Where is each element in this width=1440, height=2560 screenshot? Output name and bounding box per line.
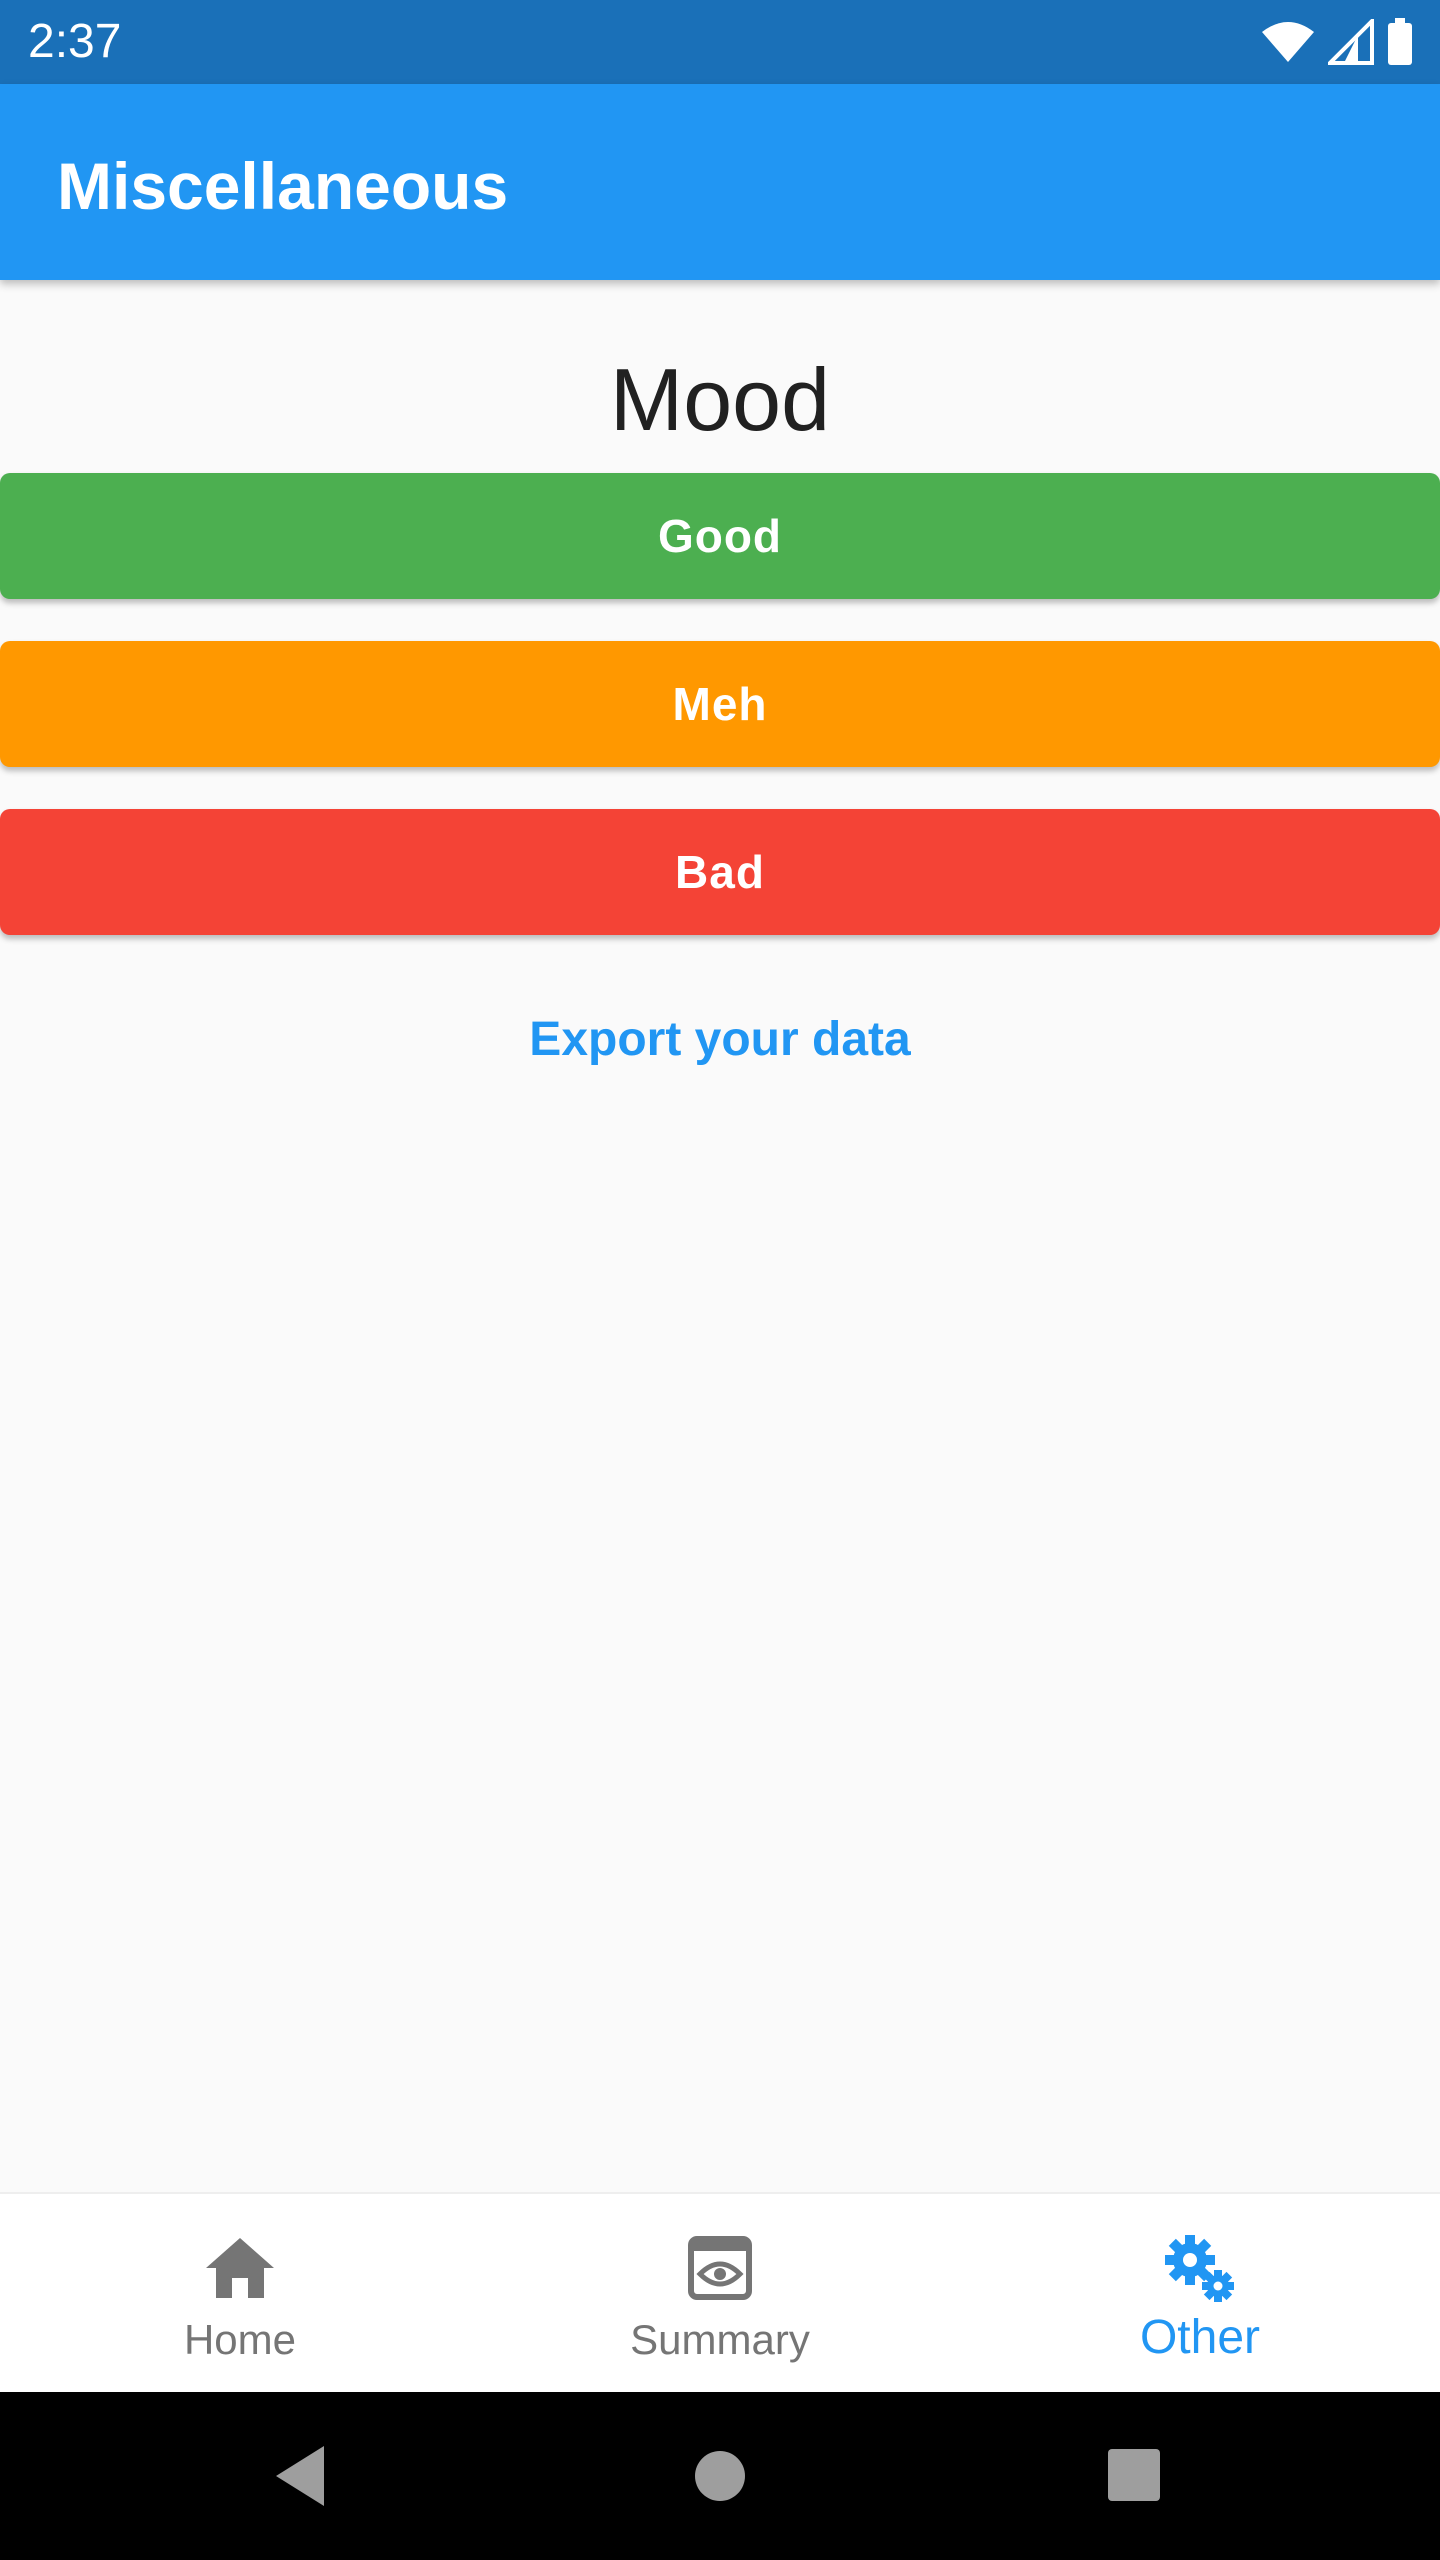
nav-item-home[interactable]: Home — [0, 2194, 480, 2394]
page-title: Miscellaneous — [57, 149, 509, 223]
status-icons — [1260, 18, 1414, 66]
status-bar: 2:37 — [0, 0, 1440, 84]
nav-label-summary: Summary — [630, 2316, 810, 2363]
signal-icon — [1328, 19, 1374, 65]
good-mood-button[interactable]: Good — [0, 473, 1440, 599]
app-bar: Miscellaneous — [0, 84, 1440, 280]
home-circle-icon[interactable] — [693, 2449, 747, 2503]
meh-mood-button[interactable]: Meh — [0, 641, 1440, 767]
battery-icon — [1388, 18, 1412, 65]
system-navigation-bar — [0, 2392, 1440, 2560]
home-icon — [206, 2238, 274, 2298]
export-data-link[interactable]: Export your data — [0, 1010, 1440, 1070]
nav-item-summary[interactable]: Summary — [480, 2194, 960, 2394]
bottom-navigation: Home Summary Other — [0, 2192, 1440, 2392]
nav-label-other: Other — [1139, 2311, 1261, 2364]
recents-icon[interactable] — [1107, 2448, 1161, 2502]
status-time: 2:37 — [28, 15, 122, 68]
nav-label-home: Home — [183, 2316, 297, 2363]
gears-icon — [1165, 2235, 1234, 2302]
mood-heading: Mood — [609, 350, 831, 449]
bad-mood-button[interactable]: Bad — [0, 809, 1440, 935]
eye-icon — [688, 2236, 752, 2300]
back-icon[interactable] — [272, 2444, 328, 2508]
nav-item-other[interactable]: Other — [960, 2194, 1440, 2394]
wifi-icon — [1262, 22, 1314, 62]
